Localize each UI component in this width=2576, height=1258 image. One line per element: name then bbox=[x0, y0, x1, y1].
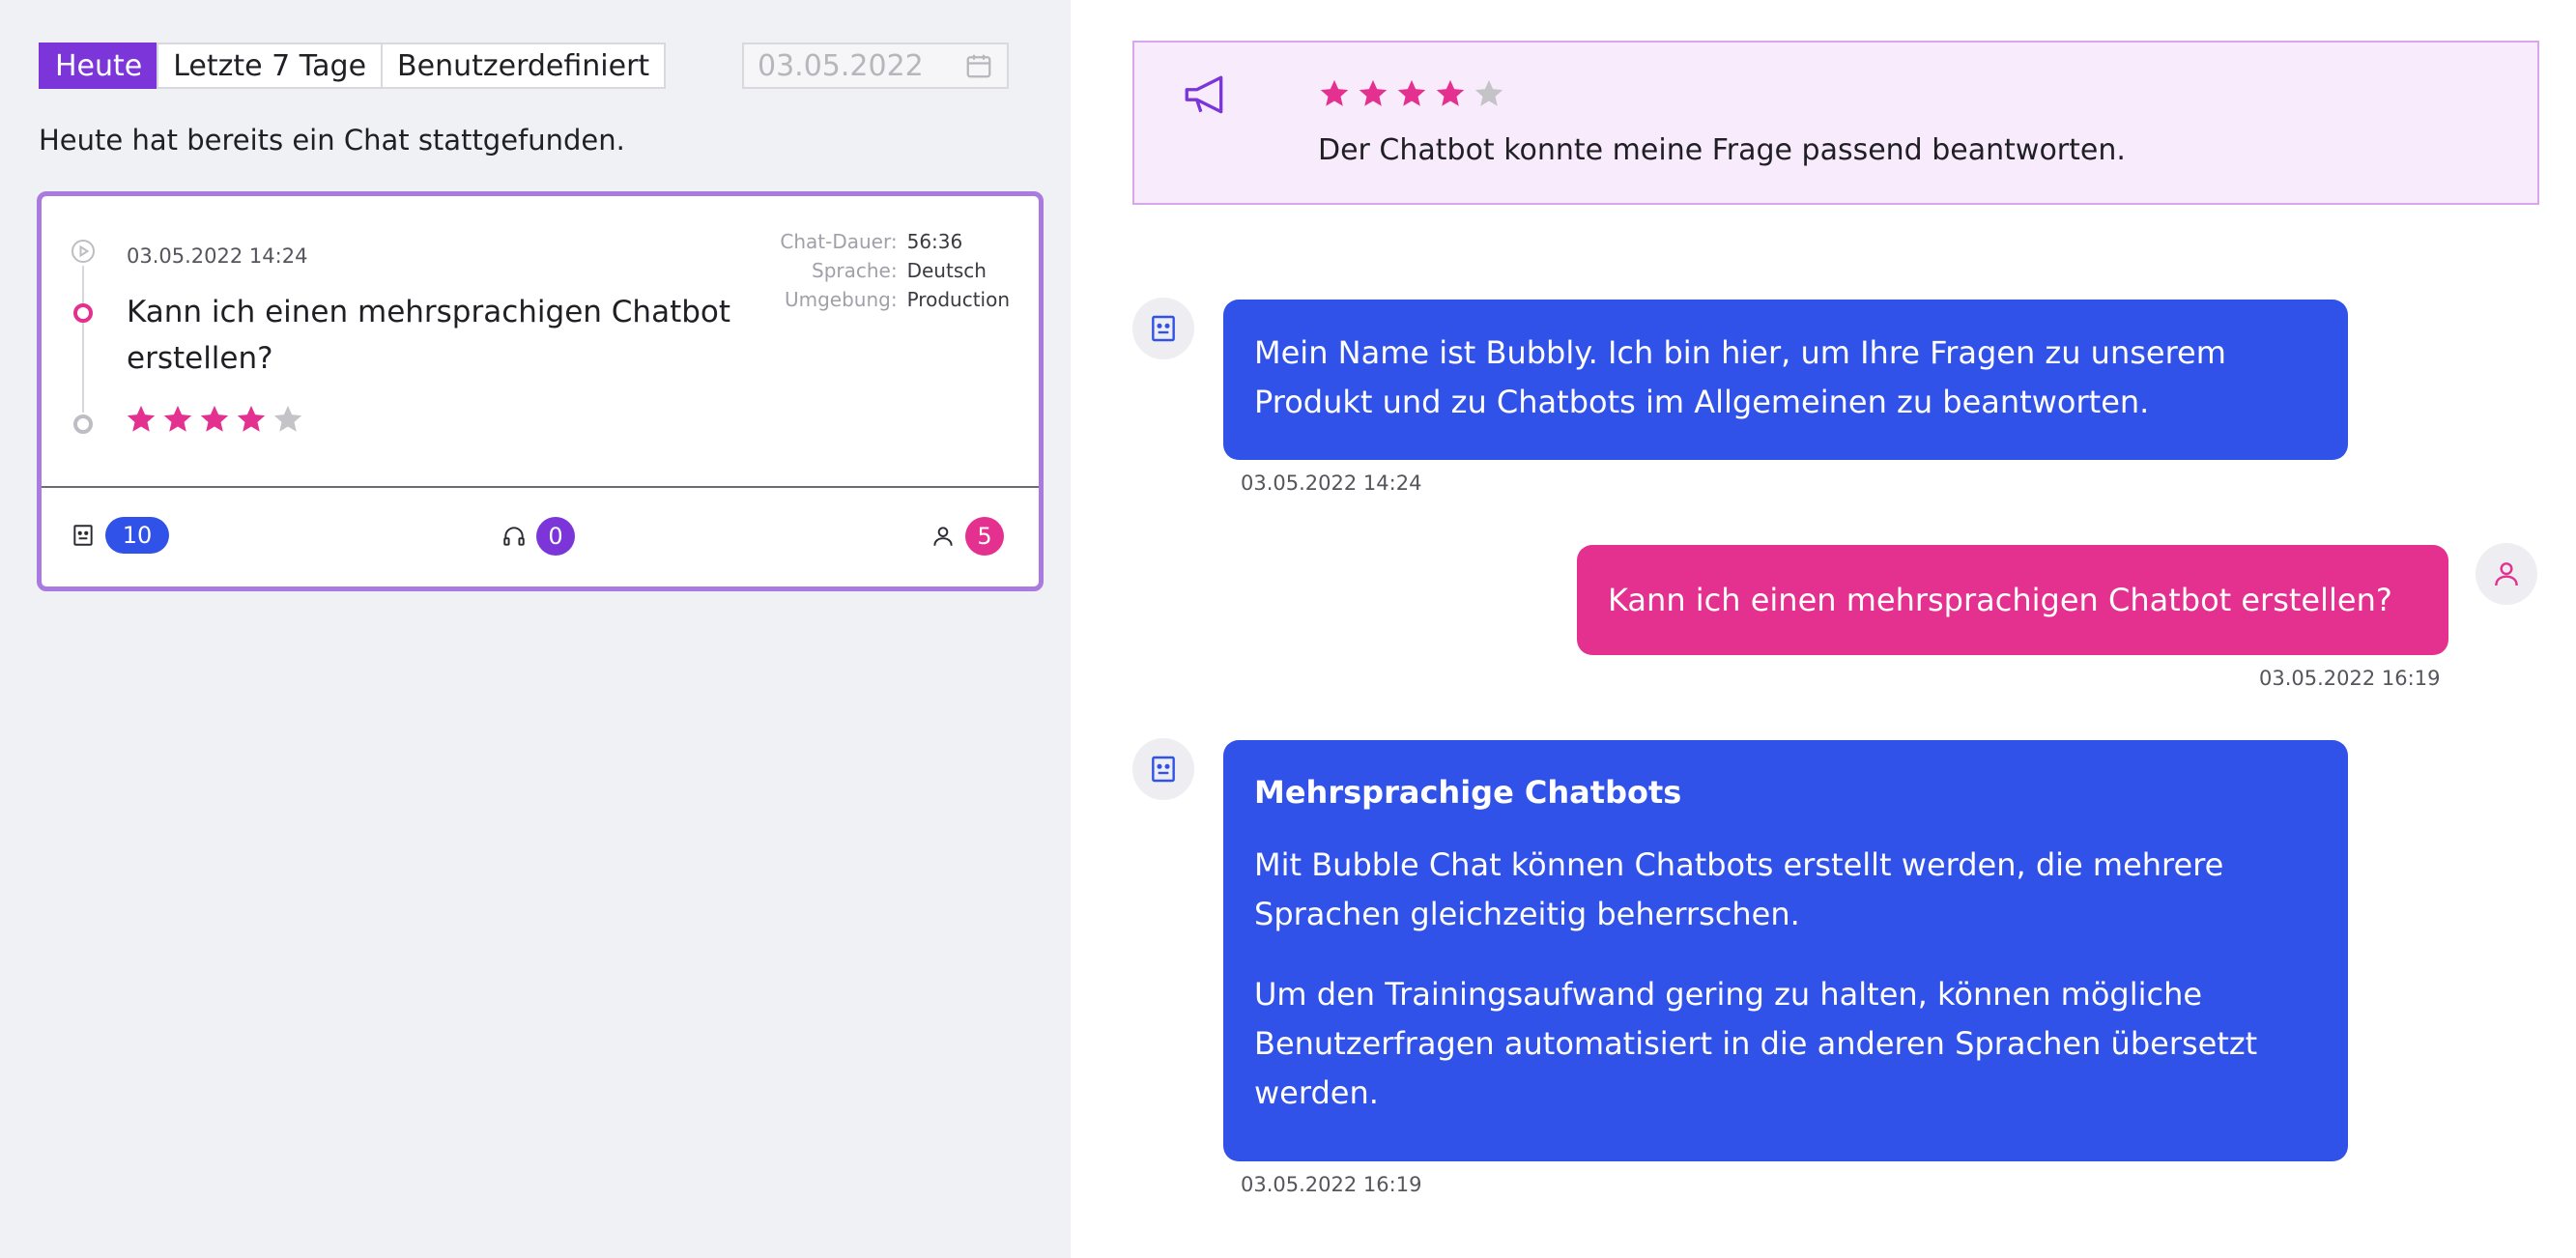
meta-language-label: Sprache: bbox=[812, 259, 898, 282]
agent-count-badge: 0 bbox=[536, 517, 575, 556]
chat-meta: Chat-Dauer: 56:36 Sprache: Deutsch Umgeb… bbox=[780, 229, 1010, 312]
bot-count-badge: 10 bbox=[105, 517, 169, 554]
chat-rating bbox=[125, 403, 304, 436]
star-filled-icon bbox=[127, 405, 156, 432]
chat-card[interactable]: 03.05.2022 14:24 Kann ich einen mehrspra… bbox=[37, 191, 1044, 591]
meta-environment-value: Production bbox=[906, 288, 1010, 311]
chat-summary-text: Heute hat bereits ein Chat stattgefunden… bbox=[39, 124, 625, 157]
feedback-rating bbox=[1318, 77, 1505, 110]
user-message-time: 03.05.2022 16:19 bbox=[2259, 667, 2441, 690]
chat-list-pane: Heute Letzte 7 Tage Benutzerdefiniert He… bbox=[0, 0, 1071, 1258]
user-count-badge: 5 bbox=[965, 517, 1004, 556]
bot-icon bbox=[1152, 756, 1175, 783]
date-range-tabs: Heute Letzte 7 Tage Benutzerdefiniert bbox=[39, 43, 667, 89]
star-filled-icon bbox=[1436, 79, 1465, 106]
bot-message-bubble: Mein Name ist Bubbly. Ich bin hier, um I… bbox=[1223, 300, 2348, 460]
bot-icon bbox=[73, 525, 93, 546]
chat-card-footer: 10 0 5 bbox=[42, 488, 1039, 586]
star-empty-icon bbox=[273, 405, 302, 432]
user-message-bubble: Kann ich einen mehrsprachigen Chatbot er… bbox=[1577, 545, 2448, 655]
meta-environment-label: Umgebung: bbox=[784, 288, 898, 311]
timeline-dot-question bbox=[73, 303, 93, 323]
user-icon bbox=[2495, 562, 2518, 586]
bot-avatar bbox=[1132, 738, 1194, 800]
user-message-count: 5 bbox=[930, 517, 1004, 556]
star-filled-icon bbox=[237, 405, 266, 432]
agent-message-count: 0 bbox=[501, 517, 575, 556]
bot-message-time: 03.05.2022 14:24 bbox=[1241, 472, 1422, 495]
tab-letzte-7-tage[interactable]: Letzte 7 Tage bbox=[157, 43, 384, 89]
star-filled-icon bbox=[1320, 79, 1349, 106]
user-icon bbox=[933, 527, 953, 546]
meta-duration-label: Chat-Dauer: bbox=[780, 230, 898, 253]
star-filled-icon bbox=[1397, 79, 1426, 106]
date-input[interactable] bbox=[758, 48, 951, 83]
star-filled-icon bbox=[163, 405, 192, 432]
user-avatar bbox=[2476, 543, 2537, 605]
play-icon[interactable] bbox=[71, 239, 96, 264]
bot-message-bubble: Mehrsprachige Chatbots Mit Bubble Chat k… bbox=[1223, 740, 2348, 1161]
feedback-text: Der Chatbot konnte meine Frage passend b… bbox=[1318, 133, 2126, 167]
timeline-line bbox=[82, 266, 84, 413]
user-message-text: Kann ich einen mehrsprachigen Chatbot er… bbox=[1608, 582, 2392, 618]
star-empty-icon bbox=[1474, 79, 1503, 106]
bot-icon bbox=[1152, 315, 1175, 342]
bot-message-count: 10 bbox=[71, 517, 169, 554]
bot-message-heading: Mehrsprachige Chatbots bbox=[1254, 774, 1682, 811]
bot-avatar bbox=[1132, 298, 1194, 359]
tab-heute[interactable]: Heute bbox=[39, 43, 159, 89]
calendar-icon[interactable] bbox=[964, 51, 993, 80]
chat-detail-pane: Der Chatbot konnte meine Frage passend b… bbox=[1071, 0, 2576, 1258]
tab-benutzerdefiniert[interactable]: Benutzerdefiniert bbox=[381, 43, 667, 89]
star-filled-icon bbox=[200, 405, 229, 432]
bot-message-time: 03.05.2022 16:19 bbox=[1241, 1173, 1422, 1196]
megaphone-icon bbox=[1185, 75, 1223, 114]
chat-card-body: 03.05.2022 14:24 Kann ich einen mehrspra… bbox=[42, 196, 1039, 488]
bot-message-paragraph: Mit Bubble Chat können Chatbots erstellt… bbox=[1254, 846, 2224, 932]
chat-question: Kann ich einen mehrsprachigen Chatbot er… bbox=[127, 295, 731, 376]
feedback-box: Der Chatbot konnte meine Frage passend b… bbox=[1132, 41, 2539, 205]
headset-icon bbox=[503, 527, 525, 546]
bot-message-text: Mein Name ist Bubbly. Ich bin hier, um I… bbox=[1254, 334, 2226, 420]
star-filled-icon bbox=[1359, 79, 1388, 106]
chat-datetime: 03.05.2022 14:24 bbox=[127, 244, 308, 268]
timeline-dot-rating bbox=[73, 415, 93, 434]
bot-message-paragraph: Um den Trainingsaufwand gering zu halten… bbox=[1254, 976, 2258, 1111]
meta-duration-value: 56:36 bbox=[906, 230, 963, 253]
date-picker-field[interactable] bbox=[742, 43, 1009, 89]
meta-language-value: Deutsch bbox=[906, 259, 987, 282]
